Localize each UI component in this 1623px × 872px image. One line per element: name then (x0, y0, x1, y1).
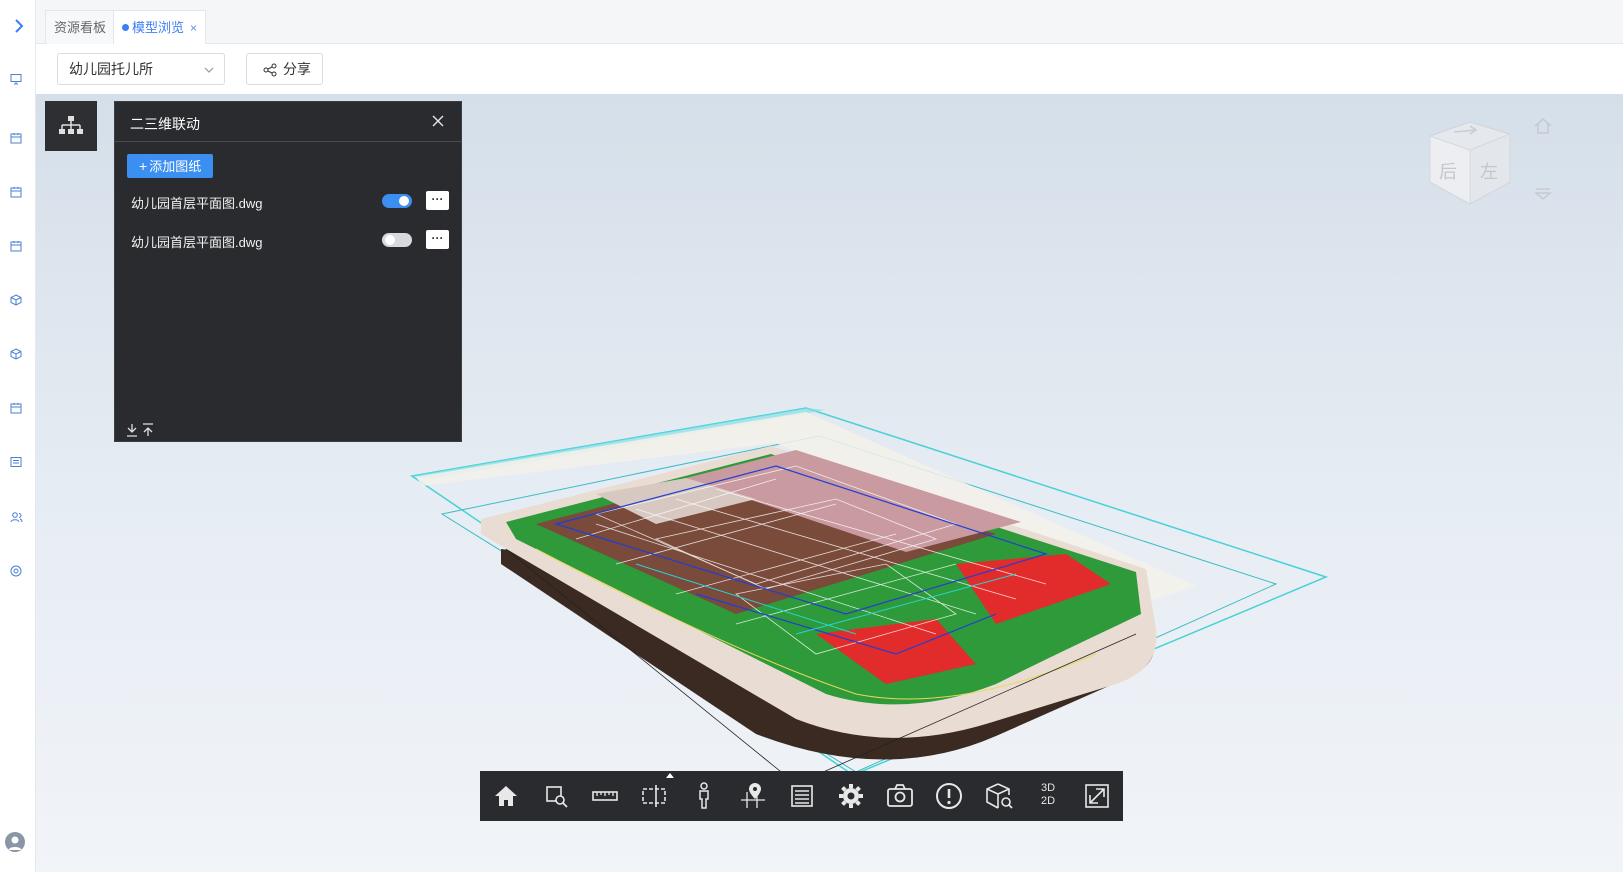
left-sidebar (0, 0, 36, 872)
fullscreen-icon[interactable] (1081, 780, 1113, 812)
first-person-icon[interactable] (688, 780, 720, 812)
mode-2d-label: 2D (1040, 795, 1056, 807)
property-list-icon[interactable] (786, 780, 818, 812)
layers-icon[interactable] (1534, 186, 1552, 202)
model-inspect-icon[interactable] (983, 780, 1015, 812)
expand-sidebar-icon[interactable] (9, 16, 29, 36)
settings-gear-icon[interactable] (835, 780, 867, 812)
viewcube-back-label: 后 (1439, 162, 1457, 183)
tab-label: 资源看板 (54, 20, 107, 35)
view-cube[interactable]: 后 左 (1424, 120, 1516, 208)
add-drawing-button[interactable]: + 添加图纸 (127, 154, 213, 178)
sidebar-item-calendar-icon[interactable] (9, 239, 23, 253)
drawing-more-button[interactable]: ··· (426, 230, 449, 249)
tab-bar: 资源看板 模型浏览 × (36, 0, 1623, 44)
section-box-icon[interactable] (638, 780, 670, 812)
toggle-knob (399, 196, 409, 206)
mode-3d-label: 3D (1040, 782, 1056, 794)
panel-title: 二三维联动 (130, 116, 200, 132)
measure-ruler-icon[interactable] (589, 780, 621, 812)
3d-2d-toggle-icon[interactable]: 3D 2D (1032, 780, 1064, 812)
hierarchy-icon (59, 116, 83, 134)
sidebar-item-list-icon[interactable] (9, 455, 23, 469)
import-export-icon[interactable] (126, 423, 156, 437)
sidebar-item-cube-icon[interactable] (9, 293, 23, 307)
sidebar-item-calendar-icon[interactable] (9, 185, 23, 199)
plus-icon: + (139, 158, 148, 174)
tab-resource-board[interactable]: 资源看板 (45, 10, 116, 44)
drawing-row: 幼儿园首层平面图.dwg ··· (131, 189, 449, 213)
sidebar-item-calendar-icon[interactable] (9, 401, 23, 415)
home-icon[interactable] (1533, 116, 1553, 136)
zoom-box-icon[interactable] (540, 780, 572, 812)
sidebar-item-users-icon[interactable] (9, 510, 23, 524)
sidebar-item-target-icon[interactable] (9, 564, 23, 578)
warning-icon[interactable] (933, 780, 965, 812)
share-icon (263, 63, 277, 77)
drawing-more-button[interactable]: ··· (426, 191, 449, 210)
project-select[interactable]: 幼儿园托儿所 (57, 53, 225, 85)
user-avatar-icon[interactable] (5, 832, 25, 852)
close-icon[interactable] (431, 114, 445, 128)
location-pin-icon[interactable] (737, 780, 769, 812)
share-label: 分享 (283, 61, 311, 77)
toggle-knob (385, 235, 395, 245)
sidebar-item-cube-icon[interactable] (9, 347, 23, 361)
active-dot-icon (122, 24, 129, 32)
chevron-down-icon (204, 67, 214, 73)
drawing-visibility-toggle[interactable] (382, 233, 412, 247)
close-tab-icon[interactable]: × (190, 21, 197, 35)
add-drawing-label: 添加图纸 (149, 159, 202, 174)
sidebar-item-calendar-icon[interactable] (9, 131, 23, 145)
linkage-panel: 二三维联动 + 添加图纸 幼儿园首层平面图.dwg ··· 幼儿园首层平面图.dw… (114, 101, 462, 442)
app-root: 资源看板 模型浏览 × 幼儿园托儿所 分享 二三维联动 + 添加图纸 幼儿园首层… (0, 0, 1623, 872)
drawing-row: 幼儿园首层平面图.dwg ··· (131, 228, 449, 252)
model-viewport[interactable]: 二三维联动 + 添加图纸 幼儿园首层平面图.dwg ··· 幼儿园首层平面图.dw… (36, 94, 1623, 872)
tab-label: 模型浏览 (132, 20, 185, 35)
share-button[interactable]: 分享 (246, 53, 323, 85)
sidebar-item-monitor-icon[interactable] (9, 72, 23, 86)
top-toolbar: 幼儿园托儿所 分享 (36, 44, 1623, 94)
tab-model-browse[interactable]: 模型浏览 × (113, 10, 207, 44)
submenu-arrow-icon (666, 773, 674, 778)
home-icon[interactable] (490, 780, 522, 812)
model-tree-button[interactable] (45, 101, 97, 151)
bottom-toolbar: 3D 2D (480, 771, 1123, 821)
viewcube-left-label: 左 (1480, 162, 1498, 183)
drawing-visibility-toggle[interactable] (382, 194, 412, 208)
panel-header: 二三维联动 (115, 102, 461, 142)
drawing-name: 幼儿园首层平面图.dwg (131, 235, 263, 250)
screenshot-camera-icon[interactable] (884, 780, 916, 812)
project-select-value: 幼儿园托儿所 (69, 61, 153, 77)
drawing-name: 幼儿园首层平面图.dwg (131, 196, 263, 211)
